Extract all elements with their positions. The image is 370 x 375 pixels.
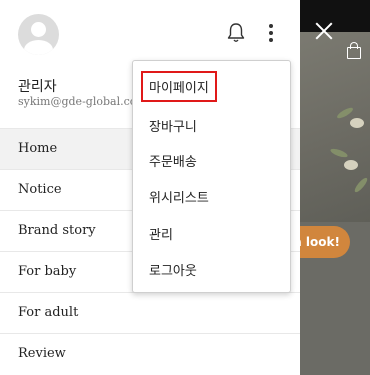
- backdrop-header: [300, 0, 370, 32]
- dropdown-item-cart[interactable]: 장바구니: [149, 116, 197, 135]
- dropdown-item-mypage[interactable]: 마이페이지: [141, 71, 217, 102]
- close-icon[interactable]: [313, 20, 335, 42]
- dropdown-item-wishlist[interactable]: 위시리스트: [149, 187, 209, 206]
- page-backdrop[interactable]: [300, 0, 370, 375]
- avatar-icon[interactable]: [18, 14, 59, 55]
- shopping-bag-icon[interactable]: [347, 42, 361, 59]
- user-name: 관리자: [18, 79, 57, 95]
- dropdown-item-logout[interactable]: 로그아웃: [149, 260, 197, 279]
- user-email: sykim@gde-global.com: [18, 95, 147, 108]
- backdrop-banner-image: [300, 32, 370, 222]
- menu-item-for-adult[interactable]: For adult: [0, 292, 300, 333]
- menu-item-review[interactable]: Review: [0, 333, 300, 374]
- dropdown-item-admin[interactable]: 관리: [149, 224, 173, 243]
- bell-icon[interactable]: [226, 22, 246, 44]
- dropdown-item-orders[interactable]: 주문배송: [149, 151, 197, 170]
- user-dropdown-menu: 마이페이지 장바구니 주문배송 위시리스트 관리 로그아웃: [132, 60, 291, 293]
- more-vertical-icon[interactable]: [268, 23, 274, 43]
